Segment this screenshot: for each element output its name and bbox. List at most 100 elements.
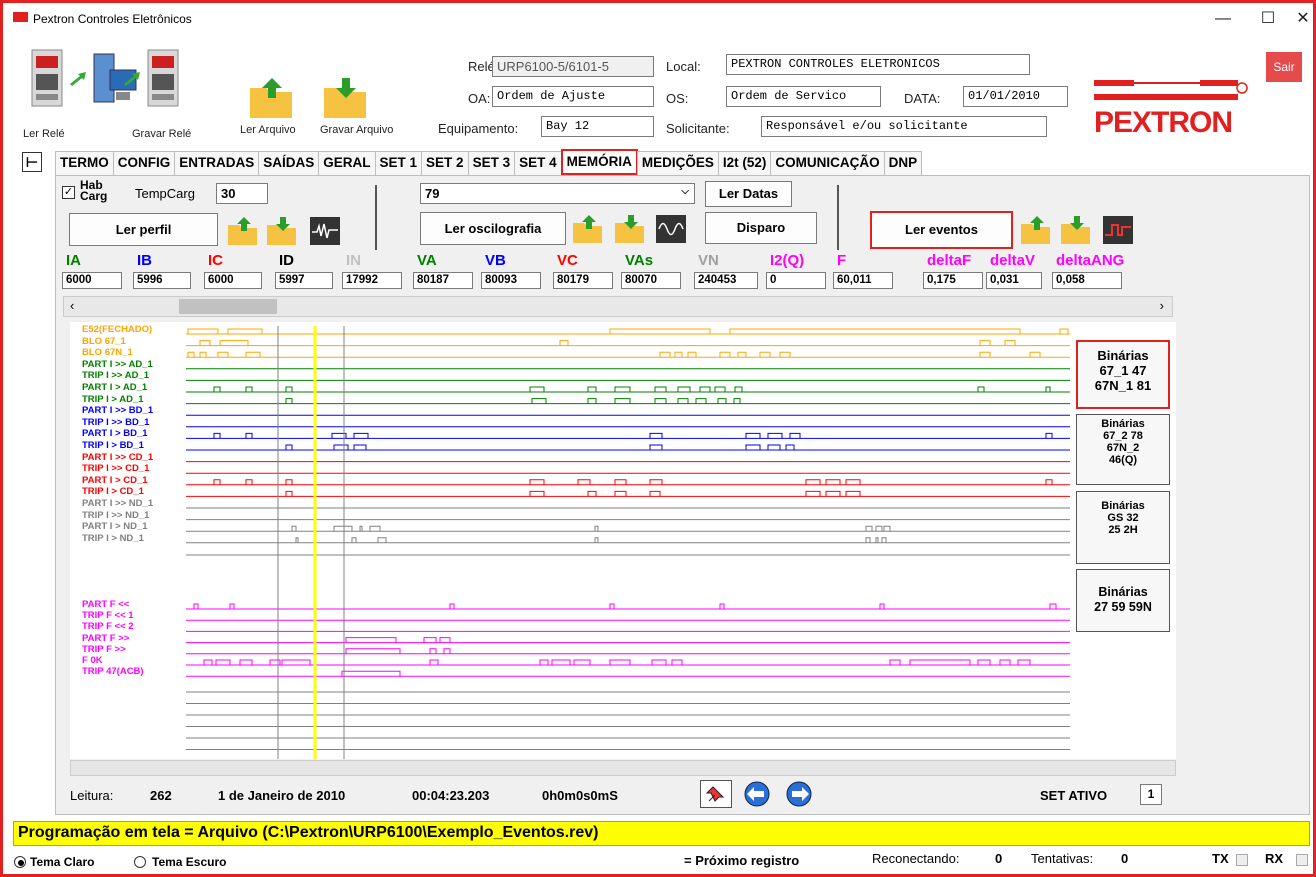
signal-pulse — [674, 351, 683, 358]
tema-claro-label[interactable]: Tema Claro — [30, 855, 94, 869]
measurement-label: ID — [279, 252, 294, 269]
tab-medicoes[interactable]: MEDIÇÕES — [636, 151, 719, 175]
horizontal-scrollbar[interactable]: ‹ › — [63, 296, 1173, 317]
disparo-button[interactable]: Disparo — [705, 212, 817, 244]
signal-pulse — [1029, 351, 1041, 358]
waveform-icon[interactable] — [309, 216, 341, 246]
tab-set4[interactable]: SET 4 — [514, 151, 562, 175]
folder-download-icon[interactable] — [1060, 215, 1092, 245]
ler-oscilografia-button[interactable]: Ler oscilografia — [420, 212, 566, 245]
tab-i2t[interactable]: I2t (52) — [717, 151, 772, 175]
signal-pulse — [187, 328, 219, 334]
gravar-arquivo-label[interactable]: Gravar Arquivo — [320, 124, 393, 136]
ler-rele-button[interactable] — [28, 48, 68, 108]
event-delta: 0h0m0s0mS — [542, 788, 618, 803]
oscillography-icon[interactable] — [655, 214, 687, 244]
tree-view-icon[interactable]: ⊢ — [22, 152, 42, 172]
oa-field[interactable]: Ordem de Ajuste — [492, 86, 654, 107]
measurement-label: VAs — [625, 252, 654, 269]
binarias-line: 27 59 59N — [1094, 600, 1152, 614]
signal-pulse — [559, 340, 569, 346]
signal-pulse — [1049, 603, 1057, 609]
signal-pulse — [369, 525, 381, 532]
signal-pulse — [353, 432, 369, 439]
tab-entradas[interactable]: ENTRADAS — [174, 151, 260, 175]
previous-arrow-icon[interactable] — [740, 780, 774, 808]
tema-claro-radio[interactable] — [14, 856, 26, 868]
signal-pulse — [429, 648, 437, 654]
sair-button[interactable]: Sair — [1266, 52, 1302, 82]
registro-select-value: 79 — [425, 186, 440, 201]
chart-scrollbar[interactable] — [70, 760, 1176, 776]
events-icon[interactable] — [1102, 215, 1134, 245]
signal-pulse — [651, 659, 667, 665]
scroll-thumb[interactable] — [179, 299, 277, 314]
tab-comunicacao[interactable]: COMUNICAÇÃO — [770, 151, 885, 175]
scroll-right-icon[interactable]: › — [1160, 298, 1164, 313]
folder-upload-icon[interactable] — [1020, 215, 1052, 245]
binarias-title: Binárias — [1101, 500, 1145, 512]
signal-pulse — [889, 659, 901, 665]
next-arrow-icon[interactable] — [782, 780, 816, 808]
os-field[interactable]: Ordem de Servico — [726, 86, 881, 107]
signal-pulse — [1059, 328, 1069, 334]
close-button[interactable]: ✕ — [1293, 7, 1313, 31]
maximize-button[interactable]: ☐ — [1253, 7, 1283, 31]
gravar-rele-button[interactable] — [144, 48, 184, 108]
scroll-left-icon[interactable]: ‹ — [70, 298, 74, 313]
signal-pulse — [531, 398, 547, 404]
tab-config[interactable]: CONFIG — [112, 151, 176, 175]
minimize-button[interactable]: — — [1208, 7, 1238, 31]
tema-escuro-label[interactable]: Tema Escuro — [152, 855, 226, 869]
ler-eventos-button[interactable]: Ler eventos — [870, 211, 1013, 249]
signal-pulse — [649, 490, 661, 497]
tab-set2[interactable]: SET 2 — [421, 151, 469, 175]
signal-pulse — [594, 525, 599, 532]
tema-escuro-radio[interactable] — [134, 856, 146, 868]
binarias-line: 67N_2 — [1106, 442, 1140, 454]
binarias-line: 67_2 78 — [1103, 430, 1143, 442]
local-field[interactable]: PEXTRON CONTROLES ELETRONICOS — [726, 54, 1030, 75]
solicitante-field[interactable]: Responsável e/ou solicitante — [761, 116, 1047, 137]
signal-pulse — [353, 444, 367, 450]
signal-pulse — [1045, 479, 1053, 485]
tentativas-value: 0 — [1121, 851, 1129, 866]
measurement-value: 80093 — [481, 272, 541, 289]
folder-upload-icon[interactable] — [248, 76, 296, 120]
measurement-label: deltaANG — [1056, 252, 1125, 269]
signal-pulse — [845, 490, 861, 497]
pin-button[interactable] — [700, 780, 732, 808]
set-ativo-field[interactable]: 1 — [1140, 784, 1162, 805]
tab-dnp[interactable]: DNP — [883, 151, 923, 175]
folder-upload-icon[interactable] — [572, 214, 604, 244]
data-field[interactable]: 01/01/2010 — [963, 86, 1068, 107]
binarias-box-3: Binárias GS 32 25 2H — [1076, 491, 1170, 564]
measurement-value: 0,031 — [986, 272, 1042, 289]
reconectando-label: Reconectando: — [872, 851, 960, 866]
set-ativo-label: SET ATIVO — [1040, 788, 1108, 803]
folder-download-icon[interactable] — [322, 76, 370, 120]
hab-carg-checkbox[interactable]: ✓ — [62, 186, 75, 199]
measurement-value: 6000 — [204, 272, 262, 289]
tab-set1[interactable]: SET 1 — [374, 151, 423, 175]
app-icon — [13, 12, 28, 22]
folder-download-icon[interactable] — [266, 216, 298, 246]
tab-termo[interactable]: TERMO — [55, 151, 114, 175]
chevron-down-icon: ⌵ — [681, 186, 689, 197]
ler-datas-button[interactable]: Ler Datas — [705, 181, 792, 207]
registro-select[interactable]: 79 ⌵ — [420, 183, 695, 204]
tab-saidas[interactable]: SAÍDAS — [258, 151, 320, 175]
signal-pulse — [879, 603, 885, 609]
tempcarg-field[interactable]: 30 — [216, 183, 268, 204]
signal-pulse — [695, 398, 707, 404]
ler-arquivo-label[interactable]: Ler Arquivo — [240, 124, 296, 136]
folder-download-icon[interactable] — [614, 214, 646, 244]
tab-set3[interactable]: SET 3 — [467, 151, 516, 175]
tab-geral[interactable]: GERAL — [318, 151, 376, 175]
ler-perfil-button[interactable]: Ler perfil — [69, 213, 218, 246]
signal-pulse — [979, 340, 991, 346]
events-plot[interactable] — [70, 322, 1176, 759]
folder-upload-icon[interactable] — [227, 216, 259, 246]
tab-memoria[interactable]: MEMÓRIA — [560, 149, 638, 175]
equipamento-field[interactable]: Bay 12 — [541, 116, 654, 137]
